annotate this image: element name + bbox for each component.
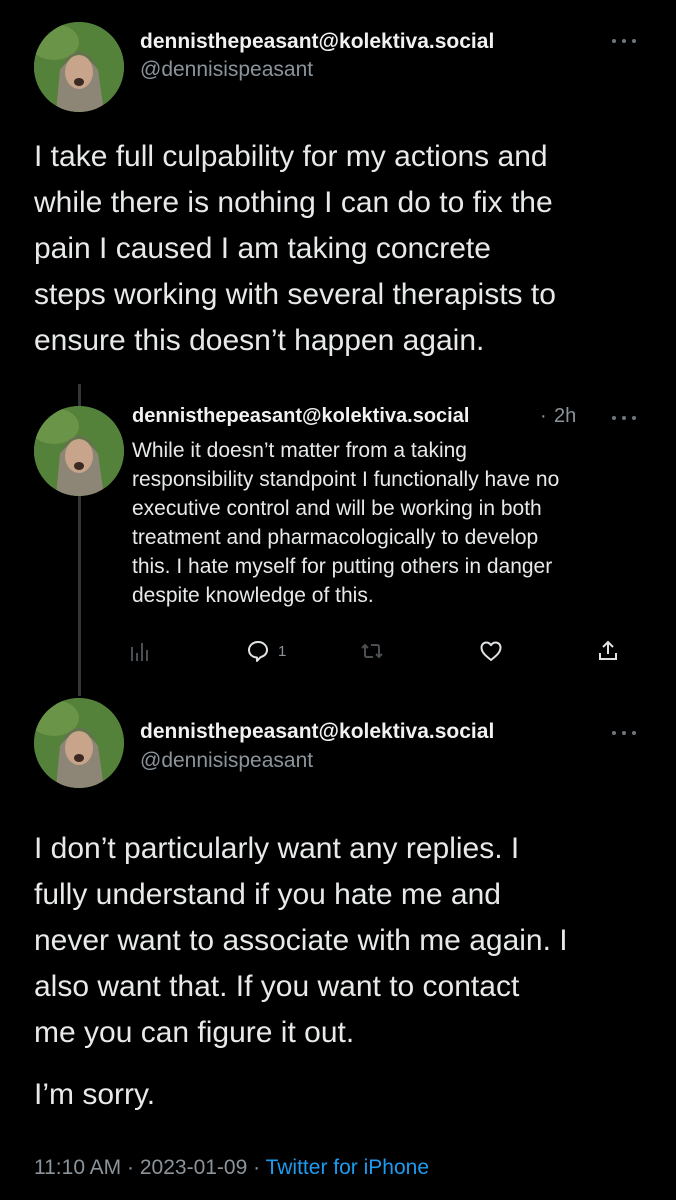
bar-chart-icon <box>131 643 148 661</box>
reply-button[interactable]: 1 <box>246 636 286 666</box>
client-link[interactable]: Twitter for iPhone <box>266 1156 429 1179</box>
more-options-icon[interactable] <box>612 728 636 738</box>
avatar-image <box>34 22 124 112</box>
avatar-image <box>34 698 124 788</box>
tweet-text-closing: I’m sorry. <box>34 1078 156 1111</box>
more-options-icon[interactable] <box>612 413 636 423</box>
handle[interactable]: @dennisispeasant <box>140 749 313 773</box>
display-name[interactable]: dennisthepeasant@kolektiva.social <box>140 30 494 54</box>
thread-line <box>78 384 81 406</box>
display-name[interactable]: dennisthepeasant@kolektiva.social <box>132 405 469 428</box>
tweet-time[interactable]: 11:10 AM <box>34 1156 121 1179</box>
display-name[interactable]: dennisthepeasant@kolektiva.social <box>140 720 494 744</box>
time-separator: · <box>540 405 547 427</box>
timestamp[interactable]: 2h <box>554 405 576 428</box>
thread-line <box>78 484 81 696</box>
more-options-icon[interactable] <box>612 36 636 46</box>
avatar[interactable] <box>34 406 124 496</box>
heart-icon <box>480 641 502 661</box>
retweet-button[interactable] <box>360 636 384 666</box>
tweet-date[interactable]: 2023-01-09 <box>140 1156 247 1179</box>
tweet-text: I don’t particularly want any replies. I… <box>34 832 568 1049</box>
share-icon <box>599 640 617 660</box>
reply-count: 1 <box>278 642 287 660</box>
retweet-icon <box>361 643 383 659</box>
speech-bubble-icon <box>248 641 268 662</box>
separator: · <box>253 1156 261 1179</box>
avatar-image <box>34 406 124 496</box>
share-button[interactable] <box>596 636 620 666</box>
separator: · <box>127 1156 135 1179</box>
analytics-button[interactable] <box>128 636 152 666</box>
avatar[interactable] <box>34 698 124 788</box>
handle[interactable]: @dennisispeasant <box>140 58 313 82</box>
tweet-text: I take full culpability for my actions a… <box>34 140 556 357</box>
reply-text: While it doesn’t matter from a taking re… <box>132 439 560 607</box>
like-button[interactable] <box>479 636 503 666</box>
tweet-meta: 11:10 AM · 2023-01-09 · Twitter for iPho… <box>34 1156 429 1180</box>
avatar[interactable] <box>34 22 124 112</box>
